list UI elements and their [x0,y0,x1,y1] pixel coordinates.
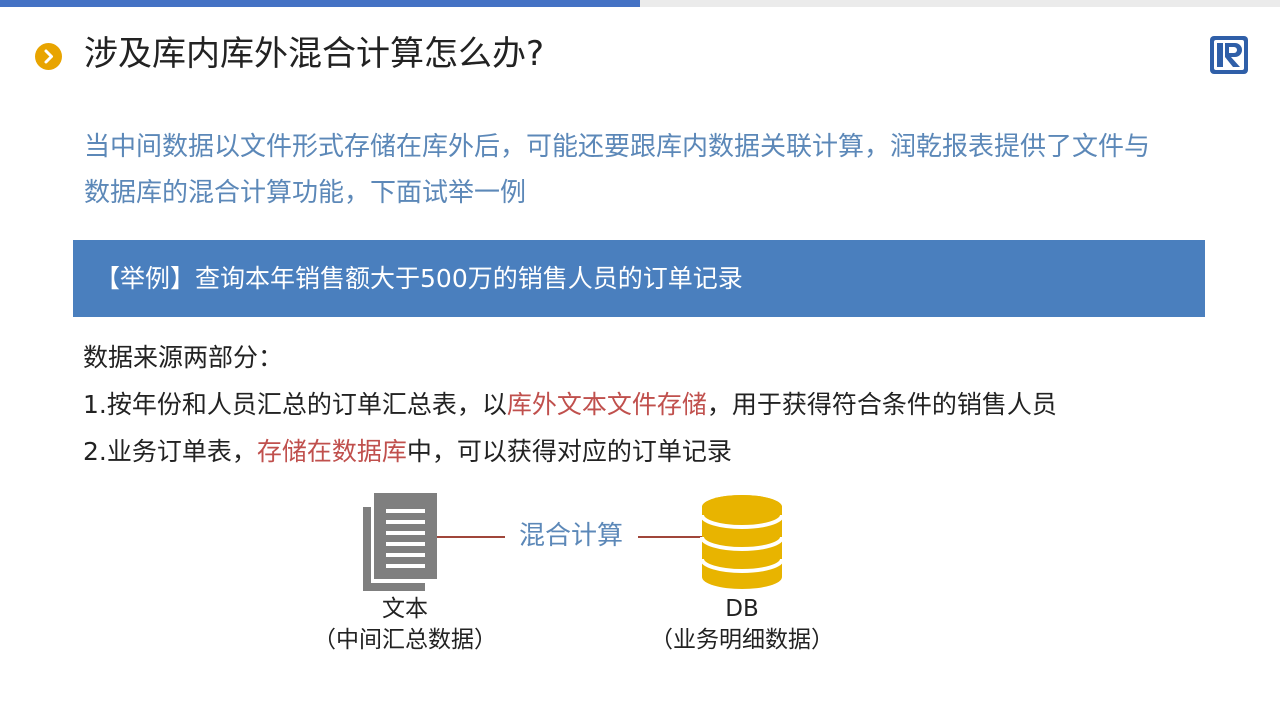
connector-line-right [638,536,702,538]
example-banner-text: 【举例】查询本年销售额大于500万的销售人员的订单记录 [95,264,743,293]
chevron-right-icon [35,43,62,70]
intro-paragraph: 当中间数据以文件形式存储在库外后，可能还要跟库内数据关联计算，润乾报表提供了文件… [84,124,1204,216]
text-file-caption-sub: （中间汇总数据） [313,627,497,653]
database-caption-sub: （业务明细数据） [650,627,834,653]
database-caption-title: DB [725,596,759,622]
text-file-caption: 文本 （中间汇总数据） [305,594,505,656]
database-icon [700,493,784,591]
connector-line-left [437,536,505,538]
text-file-caption-title: 文本 [382,596,428,622]
database-caption: DB （业务明细数据） [642,594,842,656]
data-source-item-1: 1.按年份和人员汇总的订单汇总表，以库外文本文件存储，用于获得符合条件的销售人员 [83,381,1057,428]
item-2-highlight: 存储在数据库 [256,437,407,466]
item-1-suffix: ，用于获得符合条件的销售人员 [706,390,1057,419]
item-1-highlight: 库外文本文件存储 [506,390,707,419]
mixed-computation-label: 混合计算 [519,521,624,551]
document-icon [363,493,439,591]
data-source-text: 数据来源两部分： 1.按年份和人员汇总的订单汇总表，以库外文本文件存储，用于获得… [83,334,1057,475]
data-source-item-2: 2.业务订单表，存储在数据库中，可以获得对应的订单记录 [83,428,1057,475]
logo-icon [1209,35,1249,75]
item-2-suffix: 中，可以获得对应的订单记录 [406,437,732,466]
item-2-prefix: 2.业务订单表， [83,437,257,466]
example-banner: 【举例】查询本年销售额大于500万的销售人员的订单记录 [73,240,1205,317]
intro-line-2: 数据库的混合计算功能，下面试举一例 [84,178,527,208]
item-1-prefix: 1.按年份和人员汇总的订单汇总表，以 [83,390,507,419]
top-progress-fill [0,0,640,7]
top-progress-bar [0,0,1280,7]
page-title: 涉及库内库外混合计算怎么办? [84,34,545,74]
intro-line-1: 当中间数据以文件形式存储在库外后，可能还要跟库内数据关联计算，润乾报表提供了文件… [84,132,1151,162]
data-source-heading: 数据来源两部分： [83,343,284,372]
